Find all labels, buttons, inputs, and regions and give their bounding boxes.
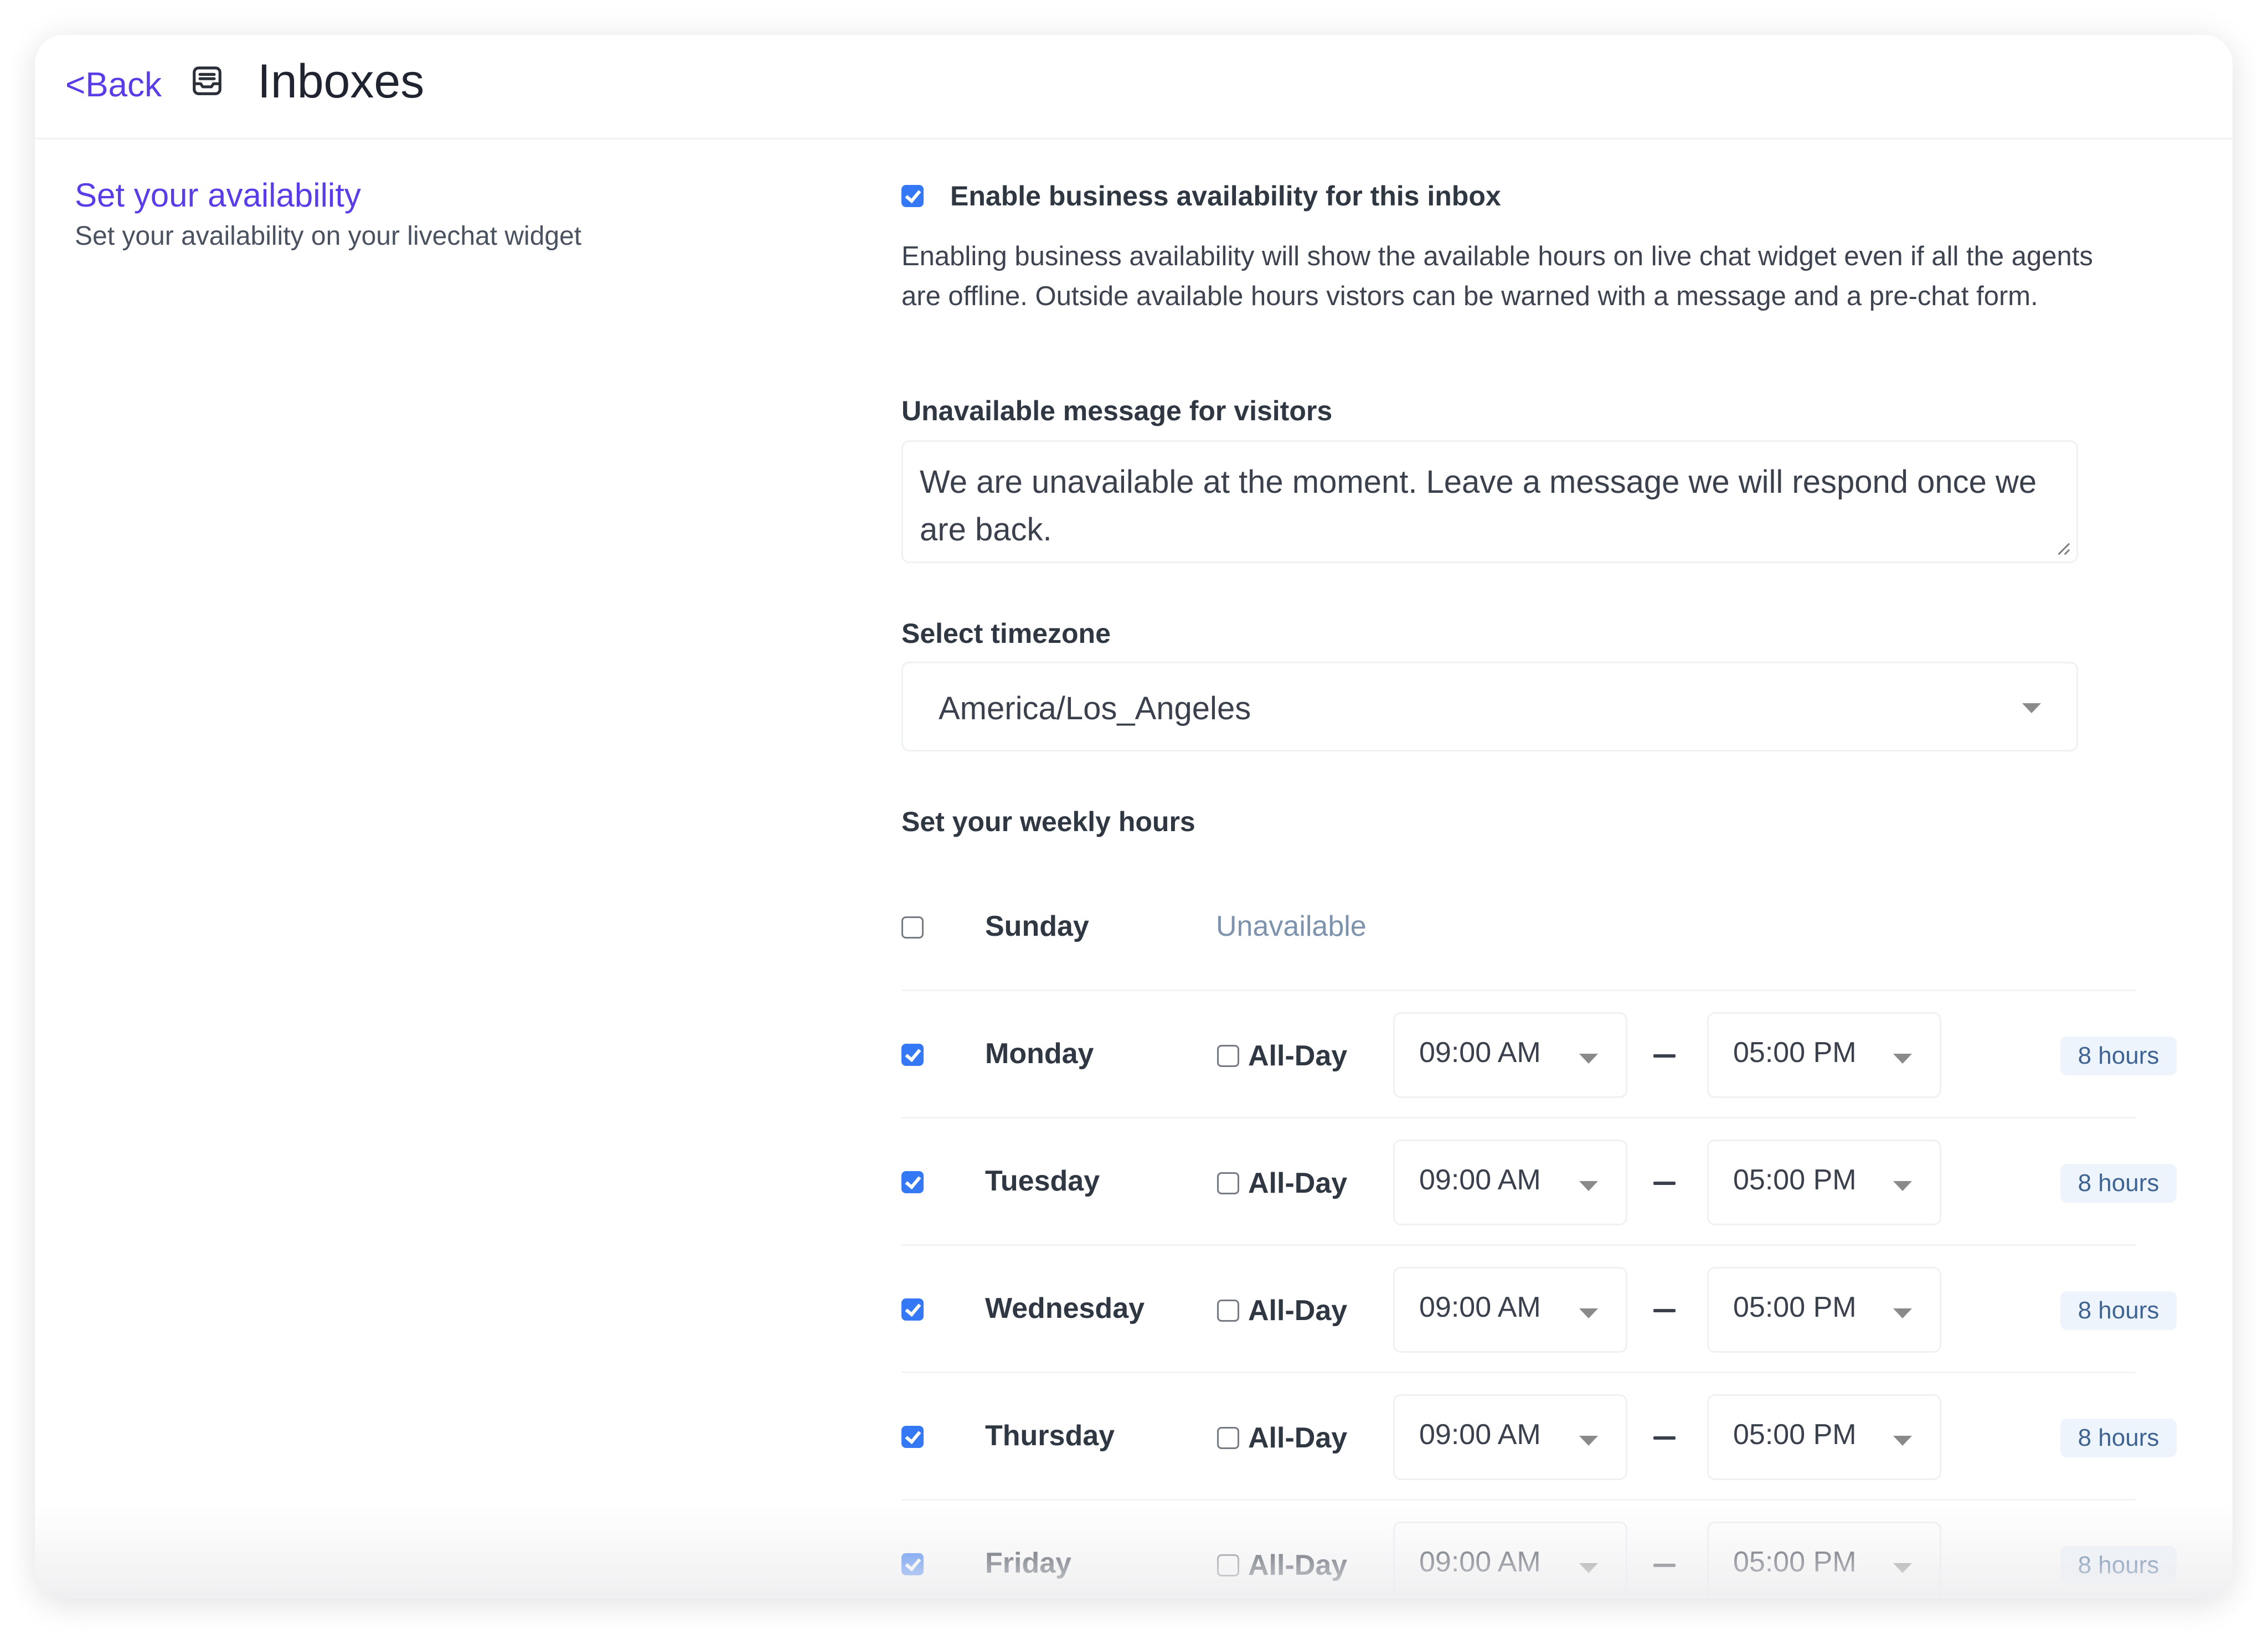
day-unavailable-text: Unavailable (1216, 910, 1367, 942)
day-enabled-checkbox[interactable] (901, 1298, 924, 1321)
day-enabled-checkbox[interactable] (901, 1426, 924, 1448)
time-range-dash (1653, 1564, 1676, 1567)
start-time-value: 09:00 AM (1419, 1419, 1541, 1451)
availability-description: Enabling business availability will show… (901, 241, 2093, 311)
day-row-sunday: Sunday Unavailable (901, 864, 2136, 991)
all-day-label: All-Day (1248, 1549, 1348, 1581)
end-time-value: 05:00 PM (1733, 1037, 1857, 1069)
day-enabled-checkbox[interactable] (901, 1044, 924, 1066)
unavailable-message-text: We are unavailable at the moment. Leave … (920, 464, 2037, 548)
all-day-toggle[interactable]: All-Day (1217, 1039, 1347, 1073)
end-time-select[interactable]: 05:00 PM (1707, 1522, 1941, 1599)
timezone-select[interactable]: America/Los_Angeles (901, 662, 2078, 751)
time-range-dash (1653, 1436, 1676, 1440)
unavailable-message-label: Unavailable message for visitors (901, 395, 1333, 426)
day-name: Wednesday (985, 1292, 1145, 1324)
end-time-select[interactable]: 05:00 PM (1707, 1394, 1941, 1480)
chevron-down-icon (1579, 1563, 1598, 1573)
chevron-down-icon (1579, 1181, 1598, 1191)
end-time-value: 05:00 PM (1733, 1291, 1857, 1323)
all-day-checkbox[interactable] (1217, 1045, 1239, 1067)
duration-badge: 8 hours (2060, 1037, 2177, 1075)
chevron-down-icon (2022, 703, 2041, 713)
inbox-tray-icon (193, 66, 221, 95)
chevron-down-icon (1893, 1563, 1912, 1573)
resize-handle-icon[interactable] (2055, 540, 2071, 556)
chevron-down-icon (1893, 1181, 1912, 1191)
end-time-value: 05:00 PM (1733, 1419, 1857, 1451)
start-time-select[interactable]: 09:00 AM (1393, 1522, 1627, 1599)
day-name: Sunday (985, 910, 1089, 942)
time-range-dash (1653, 1182, 1676, 1185)
chevron-down-icon (1579, 1054, 1598, 1064)
chevron-down-icon (1893, 1054, 1912, 1064)
duration-badge: 8 hours (2060, 1419, 2177, 1457)
start-time-select[interactable]: 09:00 AM (1393, 1012, 1627, 1098)
all-day-checkbox[interactable] (1217, 1172, 1239, 1194)
settings-card: <Back Inboxes Set your availability Set … (35, 35, 2233, 1599)
weekly-hours-label: Set your weekly hours (901, 806, 1195, 837)
all-day-checkbox[interactable] (1217, 1554, 1239, 1576)
all-day-label: All-Day (1248, 1167, 1348, 1199)
start-time-select[interactable]: 09:00 AM (1393, 1140, 1627, 1225)
day-row-monday: Monday All-Day 09:00 AM 05:00 PM 8 hours (901, 991, 2177, 1118)
all-day-label: All-Day (1248, 1422, 1348, 1454)
enable-availability-checkbox[interactable] (901, 185, 924, 207)
page-header: <Back Inboxes (35, 35, 2233, 140)
all-day-toggle[interactable]: All-Day (1217, 1421, 1347, 1455)
day-name: Monday (985, 1038, 1094, 1070)
duration-badge: 8 hours (2060, 1164, 2177, 1203)
duration-badge: 8 hours (2060, 1291, 2177, 1330)
timezone-value: America/Los_Angeles (939, 690, 1251, 726)
day-row-friday: Friday All-Day 09:00 AM 05:00 PM 8 hours (901, 1501, 2177, 1599)
start-time-value: 09:00 AM (1419, 1037, 1541, 1069)
all-day-checkbox[interactable] (1217, 1427, 1239, 1449)
back-button[interactable]: <Back (65, 65, 162, 105)
time-range-dash (1653, 1309, 1676, 1312)
timezone-label: Select timezone (901, 618, 1111, 649)
chevron-down-icon (1893, 1436, 1912, 1446)
day-row-wednesday: Wednesday All-Day 09:00 AM 05:00 PM 8 ho… (901, 1246, 2177, 1373)
all-day-toggle[interactable]: All-Day (1217, 1549, 1347, 1582)
day-row-thursday: Thursday All-Day 09:00 AM 05:00 PM 8 hou… (901, 1373, 2177, 1501)
time-range-dash (1653, 1054, 1676, 1058)
unavailable-message-input[interactable]: We are unavailable at the moment. Leave … (901, 440, 2078, 563)
section-subtitle: Set your availability on your livechat w… (75, 221, 582, 251)
start-time-select[interactable]: 09:00 AM (1393, 1394, 1627, 1480)
chevron-down-icon (1579, 1308, 1598, 1318)
day-row-tuesday: Tuesday All-Day 09:00 AM 05:00 PM 8 hour… (901, 1118, 2177, 1246)
end-time-value: 05:00 PM (1733, 1546, 1857, 1578)
all-day-toggle[interactable]: All-Day (1217, 1294, 1347, 1327)
start-time-value: 09:00 AM (1419, 1291, 1541, 1323)
day-name: Tuesday (985, 1165, 1100, 1197)
all-day-label: All-Day (1248, 1295, 1348, 1327)
day-enabled-checkbox[interactable] (901, 1553, 924, 1575)
all-day-checkbox[interactable] (1217, 1300, 1239, 1322)
day-enabled-checkbox[interactable] (901, 916, 924, 939)
enable-availability-label[interactable]: Enable business availability for this in… (950, 180, 1501, 212)
day-name: Thursday (985, 1420, 1115, 1452)
end-time-select[interactable]: 05:00 PM (1707, 1012, 1941, 1098)
section-title: Set your availability (75, 177, 361, 214)
start-time-value: 09:00 AM (1419, 1164, 1541, 1196)
all-day-label: All-Day (1248, 1040, 1348, 1072)
enable-availability-row: Enable business availability for this in… (901, 180, 1501, 212)
chevron-down-icon (1579, 1436, 1598, 1446)
day-enabled-checkbox[interactable] (901, 1171, 924, 1193)
start-time-value: 09:00 AM (1419, 1546, 1541, 1578)
all-day-toggle[interactable]: All-Day (1217, 1167, 1347, 1200)
end-time-select[interactable]: 05:00 PM (1707, 1140, 1941, 1225)
start-time-select[interactable]: 09:00 AM (1393, 1267, 1627, 1353)
duration-badge: 8 hours (2060, 1546, 2177, 1585)
page-title: Inboxes (257, 55, 425, 108)
end-time-value: 05:00 PM (1733, 1164, 1857, 1196)
chevron-down-icon (1893, 1308, 1912, 1318)
day-name: Friday (985, 1547, 1072, 1579)
end-time-select[interactable]: 05:00 PM (1707, 1267, 1941, 1353)
